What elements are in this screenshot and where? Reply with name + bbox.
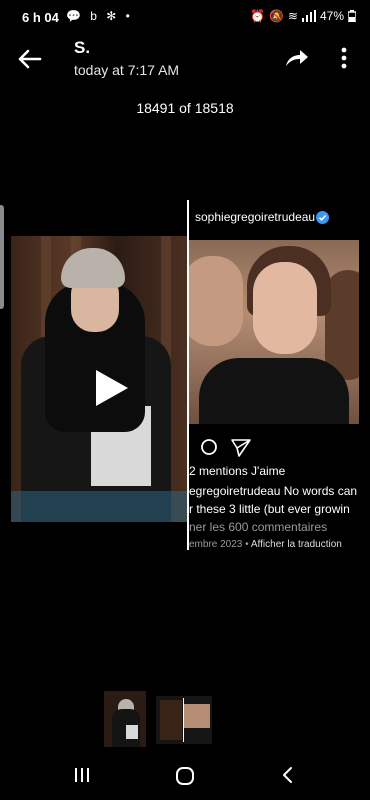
instagram-action-icons: [201, 439, 251, 457]
sender-name: S.: [74, 38, 91, 57]
wifi-icon: ≋: [287, 9, 298, 23]
thumb-shirt: [126, 725, 138, 739]
message-timestamp: today at 7:17 AM: [74, 62, 180, 78]
thumbnail-1[interactable]: [104, 691, 146, 747]
photo-figure-left: [189, 256, 243, 346]
play-icon[interactable]: [88, 366, 132, 410]
notification-icons: 💬 b ✻ •: [66, 9, 133, 23]
instagram-photo: [189, 240, 359, 424]
thumb-photo: [184, 704, 210, 728]
battery-level: 47%: [319, 9, 344, 23]
instagram-caption-line-2: r these 3 little (but ever growin: [189, 502, 350, 516]
floor: [11, 491, 187, 522]
photo-figure-top: [199, 358, 349, 424]
instagram-date-row: embre 2023 • Afficher la traduction: [189, 539, 342, 550]
thumb-video: [160, 700, 182, 740]
instagram-comments: ner les 600 commentaires: [189, 520, 328, 534]
back-arrow-icon[interactable]: [14, 44, 44, 74]
edge-panel-handle[interactable]: [0, 205, 4, 309]
send-icon: [231, 439, 251, 457]
instagram-date: embre 2023: [189, 539, 243, 550]
status-bar: 6 h 04 💬 b ✻ • ⏰ 🔕 ≋ 47%: [0, 0, 370, 36]
home-icon[interactable]: [174, 765, 196, 787]
battery-icon: [348, 10, 356, 22]
instagram-likes: 2 mentions J'aime: [189, 464, 286, 478]
verified-badge-icon: [316, 211, 329, 224]
instagram-username: sophiegregoiretrudeau: [195, 210, 316, 224]
share-icon[interactable]: [282, 44, 310, 72]
status-time: 6 h 04: [22, 10, 59, 25]
signal-icon: [301, 10, 316, 22]
nav-back-icon[interactable]: [278, 765, 298, 785]
status-right-icons: ⏰ 🔕 ≋ 47%: [250, 9, 356, 23]
recent-apps-icon[interactable]: [72, 765, 92, 785]
instagram-translate: Afficher la traduction: [250, 539, 342, 550]
mute-icon: 🔕: [268, 9, 284, 23]
more-options-icon[interactable]: [332, 44, 356, 72]
media-counter: 18491 of 18518: [136, 100, 234, 116]
alarm-icon: ⏰: [250, 9, 265, 23]
comment-icon: [201, 439, 217, 455]
photo-figure-face: [253, 262, 317, 354]
thumbnail-2[interactable]: [156, 696, 212, 744]
instagram-caption-line-1: egregoiretrudeau No words can: [189, 484, 358, 498]
